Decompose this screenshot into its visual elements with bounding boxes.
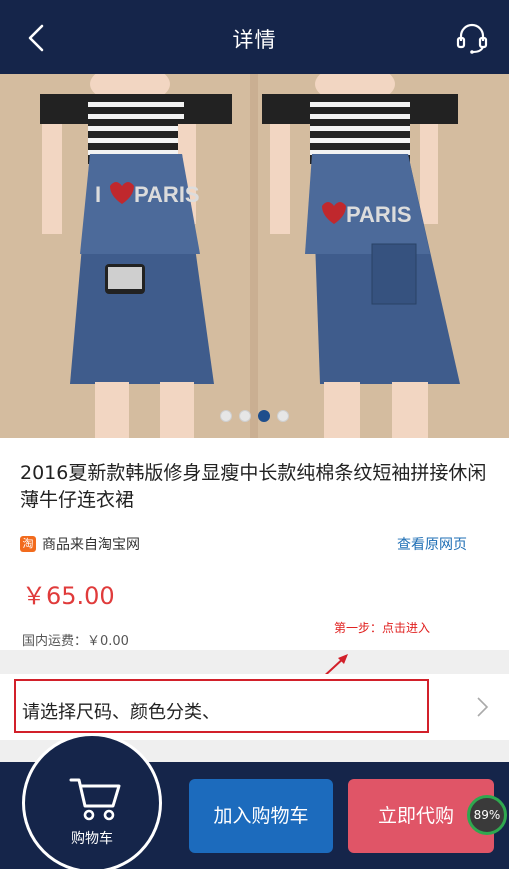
product-price: ￥65.00	[22, 582, 115, 610]
view-original-link[interactable]: 查看原网页	[397, 534, 467, 554]
svg-text:PARIS: PARIS	[346, 202, 412, 227]
section-divider	[0, 650, 509, 674]
carousel-indicator	[0, 410, 509, 422]
top-bar: 详情	[0, 0, 509, 74]
cart-icon	[69, 778, 121, 821]
svg-text:I: I	[95, 182, 101, 207]
taobao-icon: 淘	[20, 536, 36, 552]
spec-selector[interactable]: 请选择尺码、颜色分类、	[0, 674, 509, 740]
spec-label: 请选择尺码、颜色分类、	[22, 702, 220, 723]
headset-icon[interactable]	[455, 21, 489, 55]
svg-text:PARIS: PARIS	[134, 182, 200, 207]
product-source: 淘 商品来自淘宝网	[20, 534, 140, 554]
source-label: 商品来自淘宝网	[42, 537, 140, 553]
chevron-right-icon	[477, 697, 489, 717]
product-image[interactable]: I PARIS PARIS	[0, 74, 509, 438]
carousel-dot[interactable]	[277, 410, 289, 422]
shipping-fee: 国内运费：￥0.00	[22, 634, 129, 649]
cart-label: 购物车	[71, 831, 113, 847]
battery-indicator: 89%	[467, 795, 507, 835]
cart-button[interactable]: 购物车	[22, 733, 162, 869]
add-to-cart-button[interactable]: 加入购物车	[189, 779, 333, 853]
carousel-dot[interactable]	[220, 410, 232, 422]
step-annotation: 第一步：点击进入	[334, 621, 431, 635]
product-title: 2016夏新款韩版修身显瘦中长款纯棉条纹短袖拼接休闲薄牛仔连衣裙	[20, 462, 487, 511]
carousel-dot[interactable]	[239, 410, 251, 422]
carousel-dot-active[interactable]	[258, 410, 270, 422]
page-title: 详情	[232, 28, 277, 52]
product-photo: I PARIS PARIS	[0, 74, 509, 438]
